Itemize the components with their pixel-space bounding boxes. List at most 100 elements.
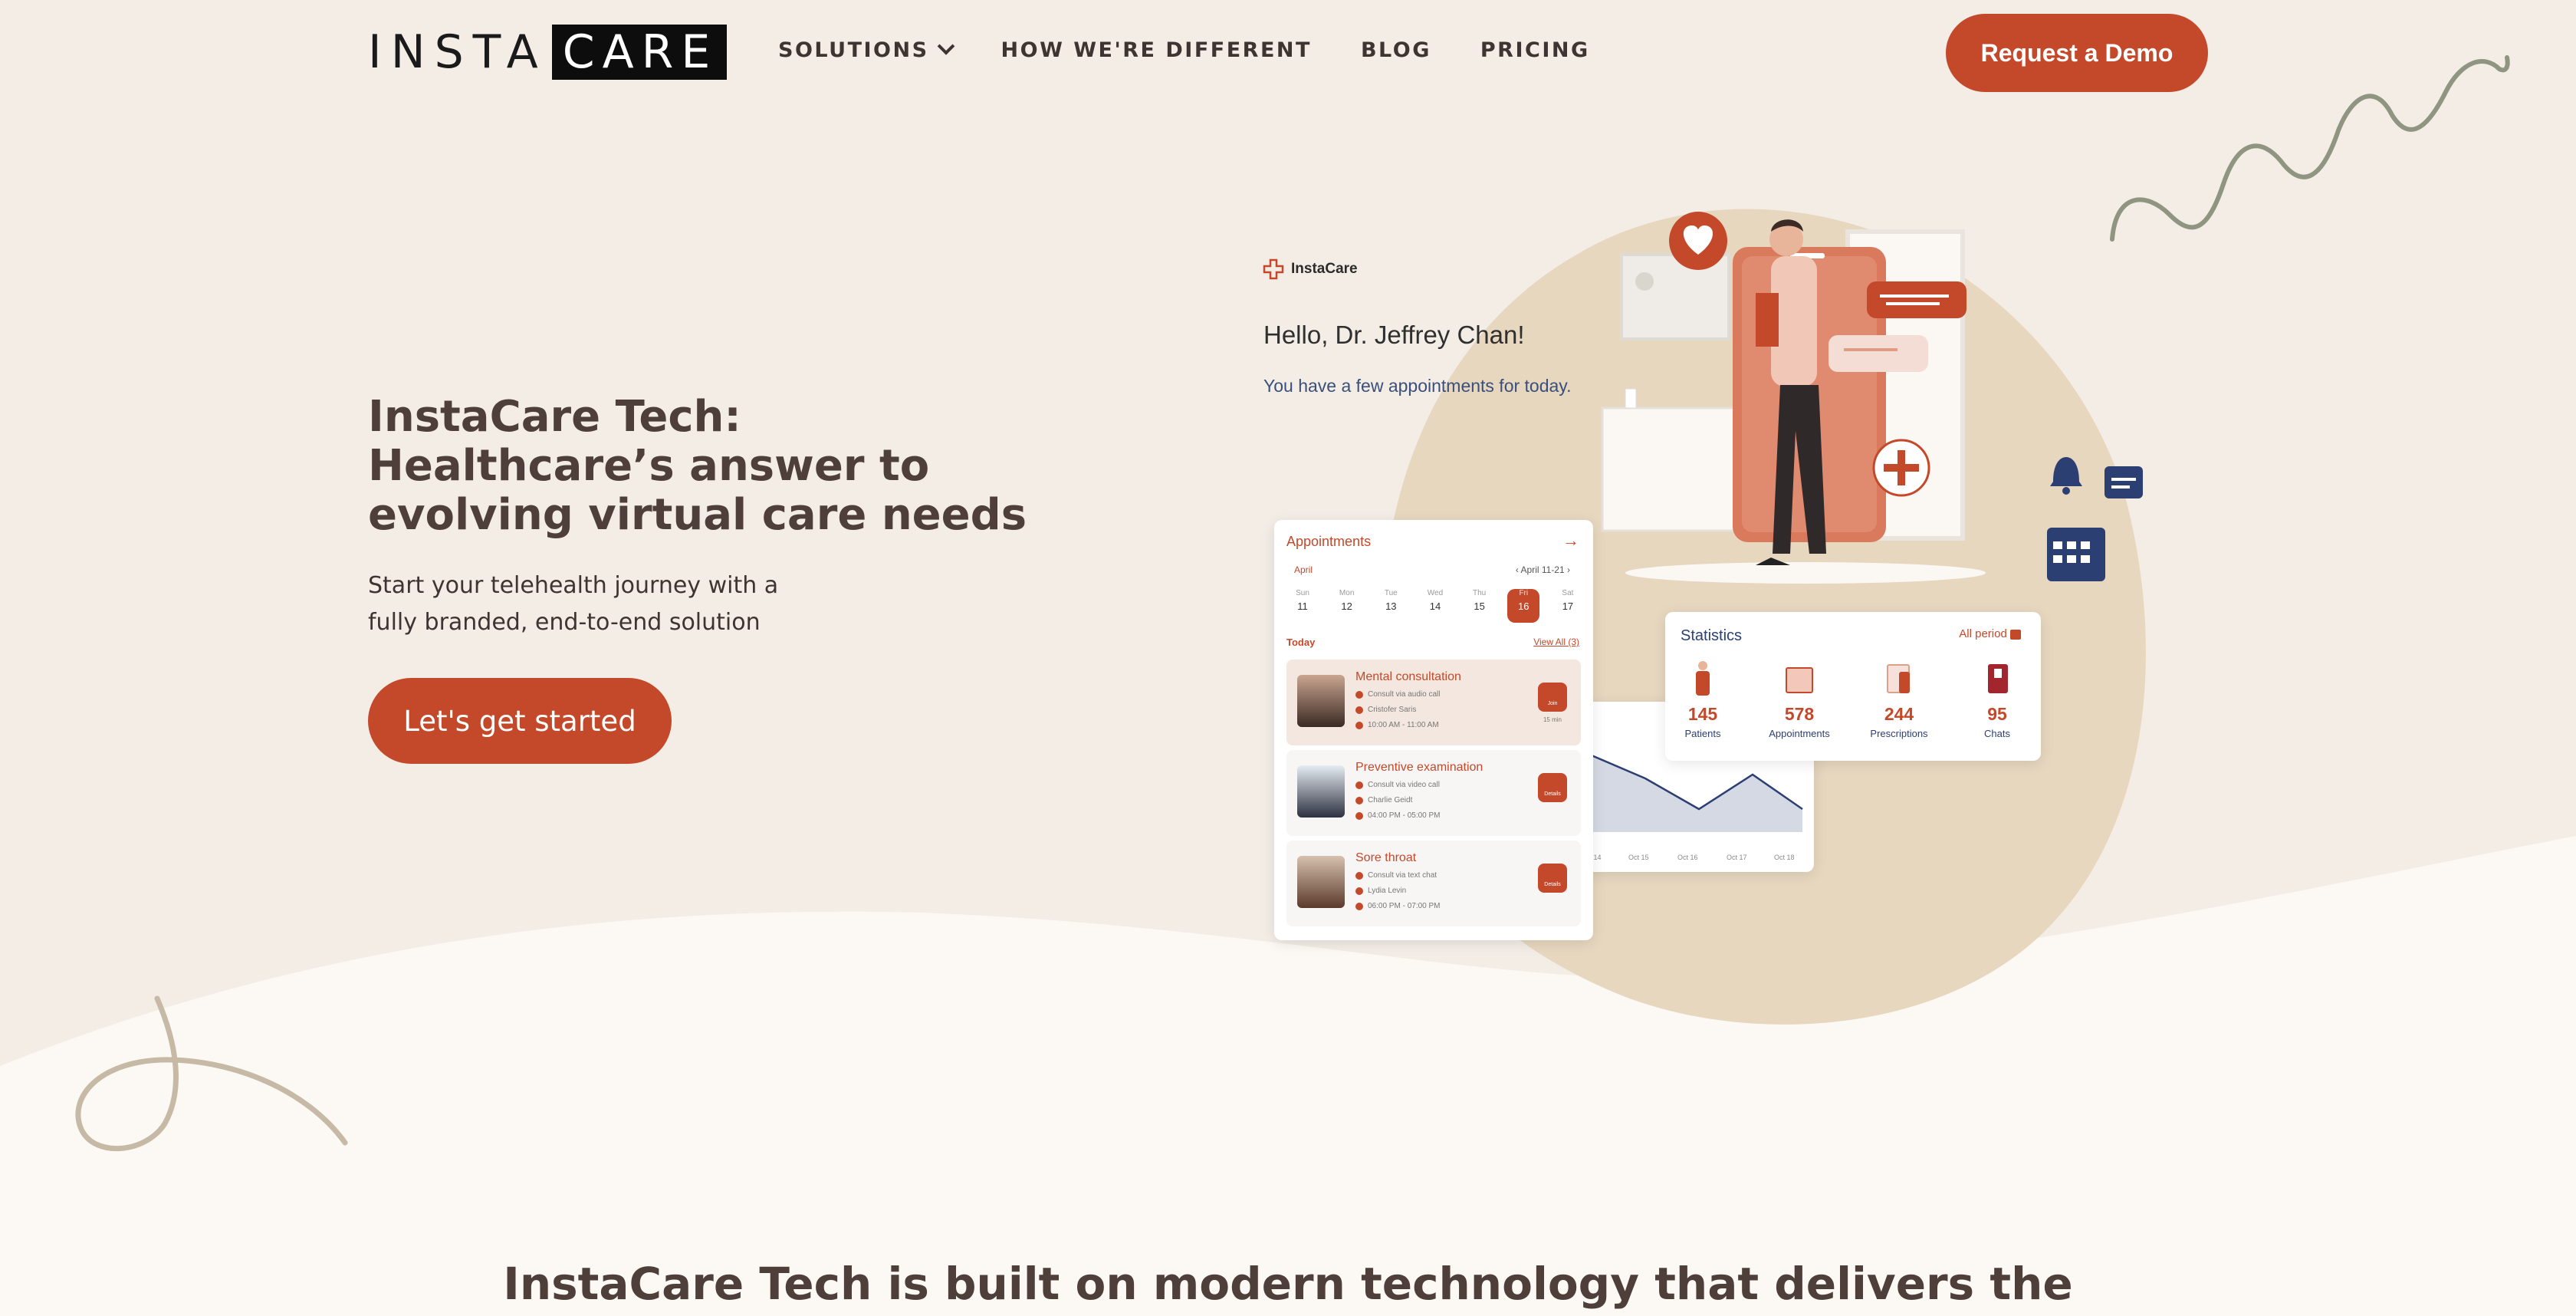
nav-item-blog[interactable]: BLOG xyxy=(1361,38,1431,62)
calendar-figure-icon xyxy=(1781,661,1818,696)
stat-appointments: 578 Appointments xyxy=(1757,661,1842,739)
stat-value: 244 xyxy=(1884,704,1914,724)
user-icon xyxy=(1355,796,1363,804)
patient-name: Cristofer Saris xyxy=(1368,706,1417,714)
patient-name: Charlie Geidt xyxy=(1368,796,1413,804)
action-label: Join xyxy=(1547,701,1558,706)
section-title: InstaCare Tech is built on modern techno… xyxy=(503,1258,2073,1310)
day-number: 13 xyxy=(1385,600,1397,612)
stat-label: Appointments xyxy=(1769,728,1830,739)
chevron-down-icon xyxy=(937,37,955,55)
statistics-card: Statistics All period 145 Patients 578 A… xyxy=(1665,612,2041,761)
nav-item-pricing[interactable]: PRICING xyxy=(1480,38,1590,62)
join-call-button[interactable]: Join xyxy=(1538,683,1567,712)
clock-icon xyxy=(1355,811,1363,820)
day-cell[interactable]: Thu 15 xyxy=(1464,589,1496,623)
details-button[interactable]: Details xyxy=(1538,864,1567,893)
appointment-time: 06:00 PM - 07:00 PM xyxy=(1355,902,1441,910)
nav-item-label: HOW WE'RE DIFFERENT xyxy=(1001,38,1312,62)
stat-value: 145 xyxy=(1687,704,1718,724)
mode-label: Consult via video call xyxy=(1368,781,1440,789)
graph-x-label: Oct 17 xyxy=(1727,854,1747,861)
patient-avatar xyxy=(1297,675,1345,727)
day-name: Mon xyxy=(1339,589,1355,597)
day-name: Sun xyxy=(1296,589,1309,597)
clock-icon xyxy=(1355,721,1363,729)
hero-subtitle: Start your telehealth journey with a ful… xyxy=(368,572,779,636)
chevron-left-icon[interactable]: ‹ xyxy=(1516,564,1519,575)
appointment-patient: Lydia Levin xyxy=(1355,887,1406,895)
patient-avatar xyxy=(1297,765,1345,818)
appointment-title: Preventive examination xyxy=(1355,761,1484,774)
appointments-month: April xyxy=(1294,564,1313,575)
appointments-card: Appointments → April ‹ April 11-21 › Sun… xyxy=(1274,520,1593,940)
appointment-mode: Consult via audio call xyxy=(1355,690,1441,699)
day-name: Thu xyxy=(1473,589,1487,597)
time-label: 10:00 AM - 11:00 AM xyxy=(1368,721,1439,729)
appointments-title: Appointments xyxy=(1286,534,1372,549)
chat-icon xyxy=(2104,466,2143,498)
mode-label: Consult via audio call xyxy=(1368,690,1441,699)
logo-text-insta: INSTA xyxy=(368,25,547,79)
user-icon xyxy=(1355,706,1363,714)
day-name: Sat xyxy=(1562,589,1574,597)
period-selector[interactable]: All period xyxy=(1959,627,2021,640)
side-icons xyxy=(2047,457,2143,581)
nav-item-solutions[interactable]: SOLUTIONS xyxy=(778,37,955,62)
graph-x-label: Oct 15 xyxy=(1628,854,1649,861)
day-name: Wed xyxy=(1427,589,1444,597)
instacare-logo[interactable]: INSTA CARE xyxy=(368,25,728,80)
day-number: 17 xyxy=(1562,600,1574,612)
logo-text-care: CARE xyxy=(551,25,728,80)
day-number: 16 xyxy=(1518,600,1530,612)
clock-icon xyxy=(1355,902,1363,910)
today-label: Today xyxy=(1286,637,1316,648)
day-name: Fri xyxy=(1519,589,1529,597)
day-cell-selected[interactable]: Fri 16 xyxy=(1507,589,1540,623)
mock-app-brand: InstaCare xyxy=(1262,258,1358,281)
stat-label: Chats xyxy=(1984,728,2010,739)
get-started-button[interactable]: Let's get started xyxy=(368,678,672,764)
patient-name: Lydia Levin xyxy=(1368,887,1407,895)
nav-item-label: SOLUTIONS xyxy=(778,38,929,62)
appointment-item[interactable]: Mental consultation Consult via audio ca… xyxy=(1286,660,1581,745)
doctor-illustration xyxy=(1601,212,1986,584)
appointment-item[interactable]: Preventive examination Consult via video… xyxy=(1286,750,1581,836)
date-range[interactable]: ‹ April 11-21 › xyxy=(1516,564,1570,575)
day-cell[interactable]: Mon 12 xyxy=(1331,589,1363,623)
mode-label: Consult via text chat xyxy=(1368,871,1438,880)
view-all-link[interactable]: View All (3) xyxy=(1533,637,1579,647)
action-label: Details xyxy=(1544,791,1561,797)
day-number: 15 xyxy=(1474,600,1485,612)
chevron-right-icon[interactable]: › xyxy=(1567,564,1570,575)
request-demo-button[interactable]: Request a Demo xyxy=(1946,14,2208,92)
appointment-item[interactable]: Sore throat Consult via text chat Lydia … xyxy=(1286,841,1581,926)
stat-value: 95 xyxy=(1987,704,2007,724)
day-cell[interactable]: Sun 11 xyxy=(1286,589,1319,623)
bell-icon xyxy=(2050,457,2082,486)
time-remaining: 15 min xyxy=(1543,716,1562,723)
user-icon xyxy=(1355,887,1363,895)
appointment-patient: Charlie Geidt xyxy=(1355,796,1412,804)
day-cell[interactable]: Sat 17 xyxy=(1552,589,1584,623)
time-label: 06:00 PM - 07:00 PM xyxy=(1368,902,1441,910)
main-nav: SOLUTIONS HOW WE'RE DIFFERENT BLOG PRICI… xyxy=(778,37,1590,62)
nav-item-label: BLOG xyxy=(1360,38,1431,62)
chat-figure-icon xyxy=(1979,661,2016,696)
stat-patients: 145 Patients xyxy=(1661,661,1745,739)
stat-label: Prescriptions xyxy=(1870,728,1928,739)
week-day-strip: Sun 11 Mon 12 Tue 13 Wed 14 Thu 15 Fri 16 Sat 1… xyxy=(1286,589,1584,623)
details-button[interactable]: Details xyxy=(1538,773,1567,802)
nav-item-how-different[interactable]: HOW WE'RE DIFFERENT xyxy=(1001,38,1312,62)
date-range-label: April 11-21 xyxy=(1520,564,1565,575)
patient-figure-icon xyxy=(1684,661,1721,696)
time-label: 04:00 PM - 05:00 PM xyxy=(1368,811,1441,820)
patient-avatar xyxy=(1297,856,1345,908)
appointment-title: Sore throat xyxy=(1355,851,1417,864)
appointment-title: Mental consultation xyxy=(1355,670,1461,683)
day-cell[interactable]: Tue 13 xyxy=(1375,589,1407,623)
day-name: Tue xyxy=(1384,589,1398,597)
nav-item-label: PRICING xyxy=(1480,38,1590,62)
day-cell[interactable]: Wed 14 xyxy=(1419,589,1451,623)
arrow-right-icon[interactable]: → xyxy=(1562,531,1579,551)
